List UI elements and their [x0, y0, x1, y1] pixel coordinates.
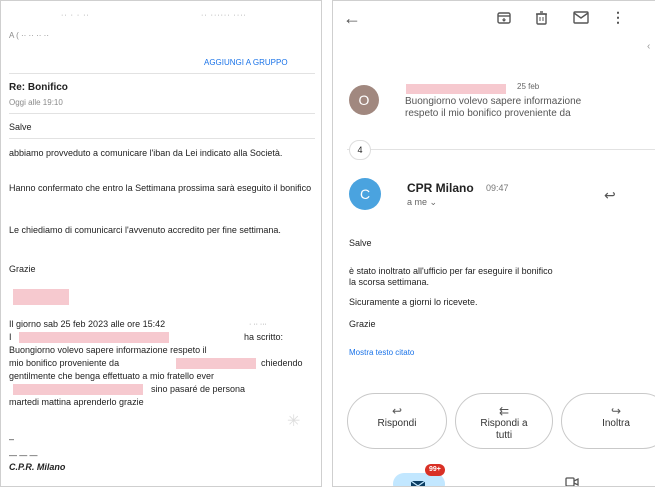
signature-dash: – [9, 434, 15, 444]
reply-all-button[interactable]: ⇇ Rispondi a tutti [455, 393, 553, 449]
snippet-line-1[interactable]: Buongiorno volevo sapere informazione [405, 96, 581, 108]
gmail-thread-panel: ← ⋮ ‹ O 25 feb Buongiorno volevo sapere … [332, 0, 655, 487]
body-line-1: è stato inoltrato all'ufficio per far es… [349, 266, 553, 276]
sender-name: CPR Milano [407, 181, 474, 195]
quote-line-7: martedi mattina aprenderlo grazie [9, 397, 144, 407]
delete-icon[interactable] [535, 11, 548, 28]
redacted-iban [13, 384, 143, 395]
snippet-line-2[interactable]: respeto il mio bonifico proveniente da [405, 108, 571, 120]
body-paragraph-3: Le chiediamo di comunicarci l'avvenuto a… [9, 225, 281, 235]
message-date: 25 feb [517, 82, 540, 91]
quote-line-4b: chiedendo [261, 358, 303, 368]
body-line-3: Sicuramente a giorni lo ricevete. [349, 297, 478, 307]
thanks: Grazie [349, 319, 376, 329]
recipient-label: a me [407, 197, 428, 207]
recipient-toggle[interactable]: a me ⌄ [407, 197, 437, 208]
redacted-source [176, 358, 256, 369]
email-detail-panel: A ( ·· ·· ·· ·· ·· · · ·· ·· ······ ····… [0, 0, 322, 487]
unread-badge: 99+ [425, 464, 445, 476]
avatar: C [349, 178, 381, 210]
quote-header: Il giorno sab 25 feb 2023 alle ore 15:42 [9, 319, 166, 329]
reply-icon[interactable]: ↩ [604, 187, 616, 203]
redacted-name [19, 332, 169, 343]
more-vert-icon[interactable]: ⋮ [649, 185, 655, 201]
signature: C.P.R. Milano [9, 462, 66, 472]
quote-line-5: gentilmente che benga effettuato a mio f… [9, 371, 214, 381]
back-arrow-icon[interactable]: ← [343, 9, 361, 27]
redacted-block [13, 289, 69, 305]
message-time: 09:47 [486, 183, 509, 193]
header-faded-right: ·· ······ ···· [201, 12, 247, 19]
header-faded: ·· · · ·· [61, 12, 90, 19]
quote-header-faded: · ·· ··· [249, 321, 267, 328]
quote-marker: I [9, 332, 12, 342]
sparkle-icon: ✳ [287, 413, 301, 430]
mail-icon[interactable] [573, 11, 589, 27]
greeting: Salve [9, 122, 32, 132]
redacted-sender [406, 84, 506, 94]
quote-wrote: ha scritto: [244, 332, 284, 342]
forward-button[interactable]: ↪ Inoltra [561, 393, 655, 449]
add-to-group-link[interactable]: AGGIUNGI A GRUPPO [204, 56, 288, 69]
reply-all-icon: ⇇ [498, 404, 510, 418]
body-paragraph-2: Hanno confermato che entro la Settimana … [9, 183, 312, 193]
mail-nav-icon [410, 478, 426, 486]
email-subject: Re: Bonifico [9, 82, 68, 93]
collapsed-messages-count[interactable]: 4 [349, 140, 371, 160]
body-line-2: la scorsa settimana. [349, 277, 430, 287]
body-paragraph-1: abbiamo provveduto a comunicare l'iban d… [9, 148, 283, 158]
greeting: Salve [349, 238, 372, 248]
email-date: Oggi alle 19:10 [9, 98, 63, 107]
thanks: Grazie [9, 264, 36, 274]
show-quoted-link[interactable]: Mostra testo citato [349, 348, 414, 357]
archive-icon[interactable] [497, 11, 511, 28]
label-fragment: ‹ [647, 41, 651, 52]
quote-line-3: Buongiorno volevo sapere informazione re… [9, 345, 207, 355]
quote-line-4a: mio bonifico proveniente da [9, 358, 120, 368]
reply-button[interactable]: ↩ Rispondi [347, 393, 447, 449]
avatar: O [349, 85, 379, 115]
forward-icon: ↪ [610, 404, 622, 418]
recipient-line: A ( ·· ·· ·· ·· [9, 31, 49, 40]
more-vert-icon[interactable]: ⋮ [611, 9, 625, 25]
reply-icon: ↩ [391, 404, 403, 418]
quote-line-6: sino pasaré de persona [151, 384, 246, 394]
chevron-down-icon: ⌄ [429, 197, 438, 207]
meet-video-icon[interactable] [565, 475, 579, 486]
